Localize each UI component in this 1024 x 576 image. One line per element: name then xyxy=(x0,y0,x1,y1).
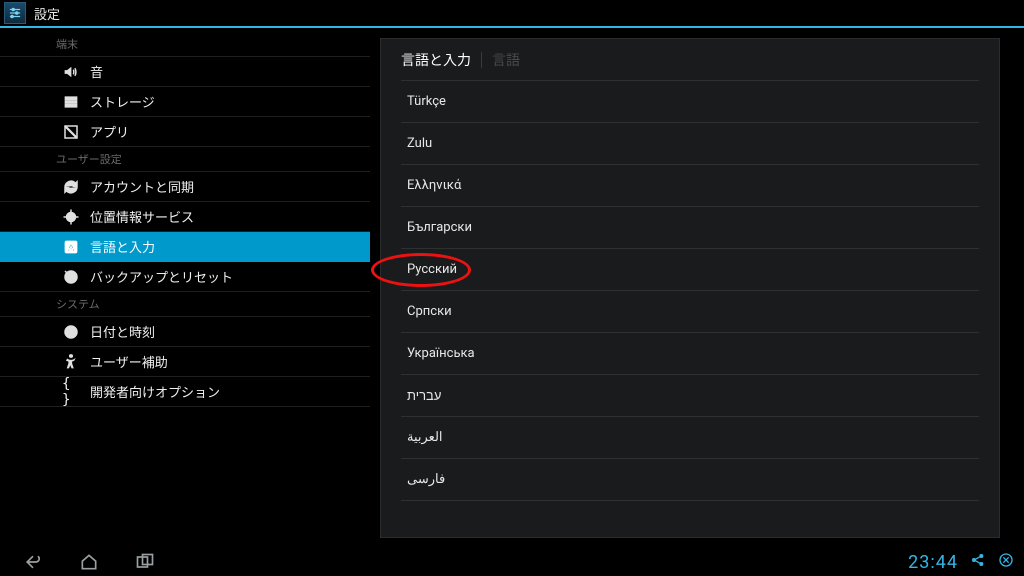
back-button[interactable] xyxy=(20,551,46,573)
storage-icon xyxy=(62,93,80,111)
sidebar-item-label: 言語と入力 xyxy=(90,237,155,256)
sidebar-section-header: 端末 xyxy=(0,32,370,57)
apps-icon xyxy=(62,123,80,141)
sidebar-item-label: バックアップとリセット xyxy=(90,267,233,286)
language-option[interactable]: فارسی xyxy=(401,459,979,501)
breadcrumb-sub: 言語 xyxy=(492,50,520,70)
backup-icon xyxy=(62,268,80,286)
sidebar-item-backup-reset[interactable]: バックアップとリセット xyxy=(0,262,370,292)
language-option[interactable]: Русский xyxy=(401,249,979,291)
language-icon: A xyxy=(62,238,80,256)
share-icon[interactable] xyxy=(970,552,986,572)
system-navbar: 23:44 xyxy=(0,548,1024,576)
developer-icon: { } xyxy=(62,383,80,401)
sidebar-item-label: ストレージ xyxy=(90,92,155,111)
sidebar-item-location[interactable]: 位置情報サービス xyxy=(0,202,370,232)
location-icon xyxy=(62,208,80,226)
sync-icon xyxy=(62,178,80,196)
sidebar-item-label: アプリ xyxy=(90,122,129,141)
close-icon[interactable] xyxy=(998,552,1014,572)
language-option[interactable]: Українська xyxy=(401,333,979,375)
status-clock[interactable]: 23:44 xyxy=(908,552,958,573)
sidebar-item-apps[interactable]: アプリ xyxy=(0,117,370,147)
panel-breadcrumb: 言語と入力 言語 xyxy=(401,39,979,81)
language-option[interactable]: עברית xyxy=(401,375,979,417)
sidebar-item-storage[interactable]: ストレージ xyxy=(0,87,370,117)
language-panel: 言語と入力 言語 TürkçeZuluΕλληνικάБългарскиРусс… xyxy=(380,38,1000,538)
accessibility-icon xyxy=(62,353,80,371)
sidebar-item-label: 音 xyxy=(90,62,103,81)
recent-apps-button[interactable] xyxy=(132,551,158,573)
home-button[interactable] xyxy=(76,551,102,573)
language-option[interactable]: Български xyxy=(401,207,979,249)
sidebar-item-label: アカウントと同期 xyxy=(90,177,194,196)
breadcrumb-main[interactable]: 言語と入力 xyxy=(401,50,471,70)
language-option[interactable]: العربية xyxy=(401,417,979,459)
sidebar-item-accessibility[interactable]: ユーザー補助 xyxy=(0,347,370,377)
panel-wrap: 言語と入力 言語 TürkçeZuluΕλληνικάБългарскиРусс… xyxy=(370,28,1024,548)
clock-icon xyxy=(62,323,80,341)
sidebar-item-developer[interactable]: { } 開発者向けオプション xyxy=(0,377,370,407)
sidebar-section-header: ユーザー設定 xyxy=(0,147,370,172)
sidebar-item-label: 日付と時刻 xyxy=(90,322,155,341)
sidebar-item-label: ユーザー補助 xyxy=(90,352,168,371)
language-option[interactable]: Türkçe xyxy=(401,81,979,123)
sidebar: 端末 音 ストレージ アプリ ユーザー設定 アカウントと同期 位置情報サービス … xyxy=(0,28,370,548)
volume-icon xyxy=(62,63,80,81)
page-title: 設定 xyxy=(34,4,60,23)
breadcrumb-separator xyxy=(481,52,482,68)
svg-text:A: A xyxy=(68,242,75,253)
titlebar: 設定 xyxy=(0,0,1024,26)
sidebar-item-label: 開発者向けオプション xyxy=(90,382,220,401)
language-list[interactable]: TürkçeZuluΕλληνικάБългарскиРусскийСрпски… xyxy=(401,81,979,501)
language-option[interactable]: Zulu xyxy=(401,123,979,165)
sidebar-item-language-input[interactable]: A 言語と入力 xyxy=(0,232,370,262)
sidebar-item-date-time[interactable]: 日付と時刻 xyxy=(0,317,370,347)
main: 端末 音 ストレージ アプリ ユーザー設定 アカウントと同期 位置情報サービス … xyxy=(0,28,1024,548)
sidebar-section-header: システム xyxy=(0,292,370,317)
sidebar-item-label: 位置情報サービス xyxy=(90,207,194,226)
language-option[interactable]: Ελληνικά xyxy=(401,165,979,207)
language-option[interactable]: Српски xyxy=(401,291,979,333)
sidebar-item-sound[interactable]: 音 xyxy=(0,57,370,87)
settings-app-icon xyxy=(4,2,26,24)
sidebar-item-accounts-sync[interactable]: アカウントと同期 xyxy=(0,172,370,202)
